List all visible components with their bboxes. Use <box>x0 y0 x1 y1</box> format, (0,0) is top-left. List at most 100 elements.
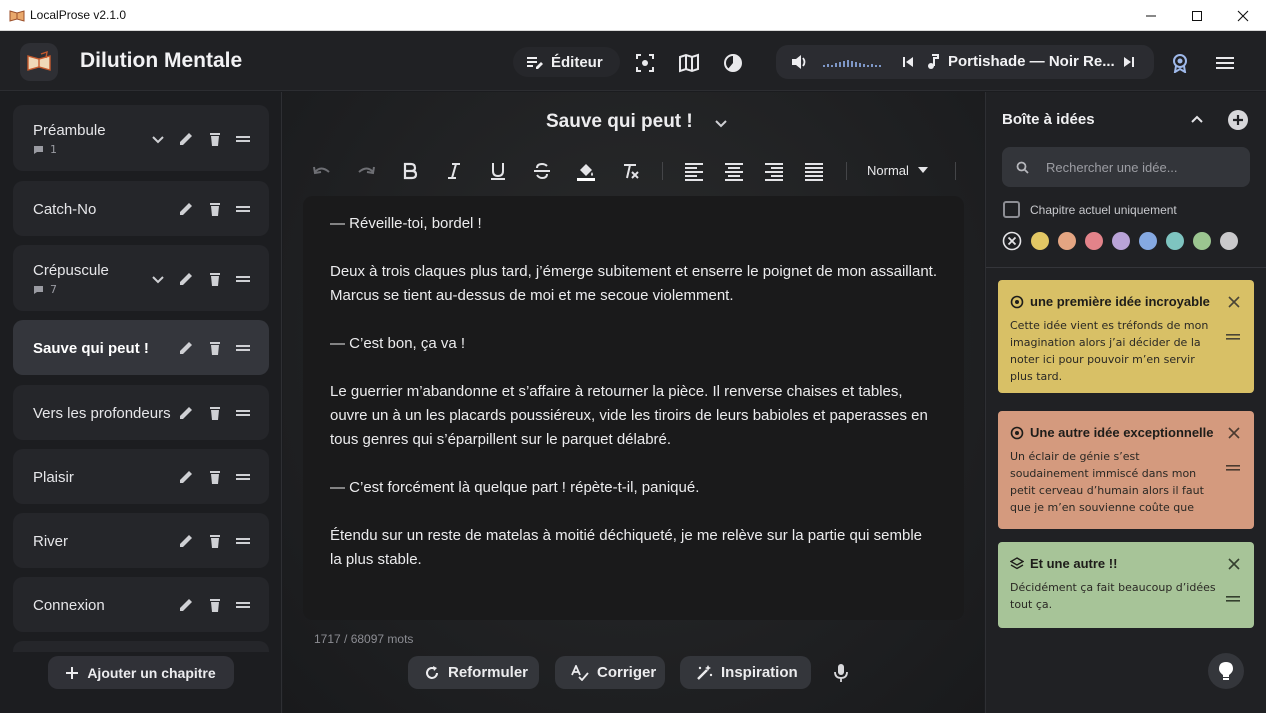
align-left-icon[interactable] <box>683 160 705 182</box>
pencil-icon[interactable] <box>178 469 194 485</box>
drag-handle-icon[interactable] <box>235 131 251 147</box>
pencil-icon[interactable] <box>178 201 194 217</box>
chapter-item[interactable]: Préambule 1 <box>13 105 269 171</box>
bold-icon[interactable] <box>399 160 421 182</box>
undo-icon[interactable] <box>311 160 333 182</box>
idea-body: Cette idée vient es tréfonds de mon imag… <box>1010 319 1209 383</box>
align-right-icon[interactable] <box>763 160 785 182</box>
drag-handle-icon[interactable] <box>235 405 251 421</box>
idea-card[interactable]: Une autre idée exceptionnelle Un éclair … <box>998 411 1254 529</box>
previous-track-icon[interactable] <box>902 56 914 68</box>
editor-mode-label: Éditeur <box>551 53 603 71</box>
chapter-title[interactable]: Sauve qui peut ! <box>546 111 693 133</box>
chapter-item-active[interactable]: Sauve qui peut ! <box>13 320 269 375</box>
chapter-item[interactable]: Crépuscule 7 <box>13 245 269 311</box>
clear-color-filter-icon[interactable] <box>1002 231 1022 251</box>
color-filter-purple[interactable] <box>1112 232 1130 250</box>
color-filter-orange[interactable] <box>1058 232 1076 250</box>
add-chapter-button[interactable]: Ajouter un chapitre <box>48 656 234 689</box>
microphone-icon[interactable] <box>834 663 848 683</box>
text-paragraph: — Réveille-toi, bordel ! <box>330 215 482 232</box>
pencil-icon[interactable] <box>178 405 194 421</box>
close-icon[interactable] <box>1228 427 1240 439</box>
chapter-item-partial[interactable] <box>13 641 269 652</box>
idea-card[interactable]: Et une autre !! Décidément ça fait beauc… <box>998 542 1254 628</box>
color-filter-yellow[interactable] <box>1031 232 1049 250</box>
chevron-down-icon[interactable] <box>713 115 729 131</box>
underline-icon[interactable] <box>487 160 509 182</box>
idea-search-input[interactable] <box>1044 147 1240 187</box>
chapter-item[interactable]: Catch-No <box>13 181 269 236</box>
achievement-badge-icon[interactable] <box>1170 53 1190 73</box>
book-map-icon[interactable] <box>679 53 699 73</box>
idea-lightbulb-button[interactable] <box>1208 653 1244 689</box>
close-icon[interactable] <box>1228 558 1240 570</box>
inspiration-button[interactable]: Inspiration <box>680 656 811 689</box>
pencil-icon[interactable] <box>178 131 194 147</box>
trash-icon[interactable] <box>207 469 223 485</box>
color-filter-gray[interactable] <box>1220 232 1238 250</box>
focus-mode-icon[interactable] <box>635 53 655 73</box>
highlight-fill-icon[interactable] <box>575 160 597 182</box>
current-chapter-checkbox[interactable] <box>1003 201 1020 218</box>
minimize-button[interactable] <box>1128 0 1174 31</box>
trash-icon[interactable] <box>207 340 223 356</box>
music-note-icon <box>928 54 939 69</box>
trash-icon[interactable] <box>207 405 223 421</box>
app-logo[interactable] <box>20 43 58 81</box>
paragraph-style-select[interactable]: Normal <box>867 163 909 178</box>
chevron-down-icon[interactable] <box>150 271 166 287</box>
color-filter-green[interactable] <box>1193 232 1211 250</box>
maximize-button[interactable] <box>1174 0 1220 31</box>
statistics-pie-icon[interactable] <box>723 53 743 73</box>
volume-icon[interactable] <box>791 54 809 70</box>
drag-handle-icon[interactable] <box>235 469 251 485</box>
editor-mode-button[interactable]: Éditeur <box>513 47 620 77</box>
redo-icon[interactable] <box>355 160 377 182</box>
book-logo-icon <box>27 51 51 71</box>
drag-handle-icon[interactable] <box>1226 594 1240 604</box>
pencil-icon[interactable] <box>178 340 194 356</box>
correct-button[interactable]: Corriger <box>555 656 665 689</box>
inspiration-label: Inspiration <box>721 664 798 681</box>
trash-icon[interactable] <box>207 533 223 549</box>
align-justify-icon[interactable] <box>803 160 825 182</box>
pencil-icon[interactable] <box>178 271 194 287</box>
chapter-item[interactable]: Vers les profondeurs <box>13 385 269 440</box>
caret-down-icon[interactable] <box>918 167 928 173</box>
pencil-icon[interactable] <box>178 597 194 613</box>
menu-hamburger-icon[interactable] <box>1215 53 1235 73</box>
drag-handle-icon[interactable] <box>235 201 251 217</box>
chapter-item[interactable]: Connexion <box>13 577 269 632</box>
rephrase-button[interactable]: Reformuler <box>408 656 539 689</box>
edit-lines-icon <box>527 57 543 69</box>
italic-icon[interactable] <box>443 160 465 182</box>
trash-icon[interactable] <box>207 201 223 217</box>
chevron-down-icon[interactable] <box>150 131 166 147</box>
color-filter-red[interactable] <box>1085 232 1103 250</box>
drag-handle-icon[interactable] <box>1226 463 1240 473</box>
close-icon[interactable] <box>1228 296 1240 308</box>
pencil-icon[interactable] <box>178 533 194 549</box>
drag-handle-icon[interactable] <box>235 271 251 287</box>
align-center-icon[interactable] <box>723 160 745 182</box>
color-filter-blue[interactable] <box>1139 232 1157 250</box>
trash-icon[interactable] <box>207 131 223 147</box>
chapter-item[interactable]: River <box>13 513 269 568</box>
drag-handle-icon[interactable] <box>235 340 251 356</box>
trash-icon[interactable] <box>207 597 223 613</box>
add-idea-icon[interactable] <box>1227 109 1249 131</box>
chapter-item[interactable]: Plaisir <box>13 449 269 504</box>
trash-icon[interactable] <box>207 271 223 287</box>
idea-card[interactable]: une première idée incroyable Cette idée … <box>998 280 1254 393</box>
chevron-up-icon[interactable] <box>1189 112 1205 128</box>
close-window-button[interactable] <box>1220 0 1266 31</box>
text-editor[interactable]: — Réveille-toi, bordel ! Deux à trois cl… <box>303 196 964 620</box>
next-track-icon[interactable] <box>1123 56 1135 68</box>
drag-handle-icon[interactable] <box>1226 332 1240 342</box>
drag-handle-icon[interactable] <box>235 533 251 549</box>
strikethrough-icon[interactable] <box>531 160 553 182</box>
color-filter-teal[interactable] <box>1166 232 1184 250</box>
clear-format-icon[interactable] <box>619 160 641 182</box>
drag-handle-icon[interactable] <box>235 597 251 613</box>
